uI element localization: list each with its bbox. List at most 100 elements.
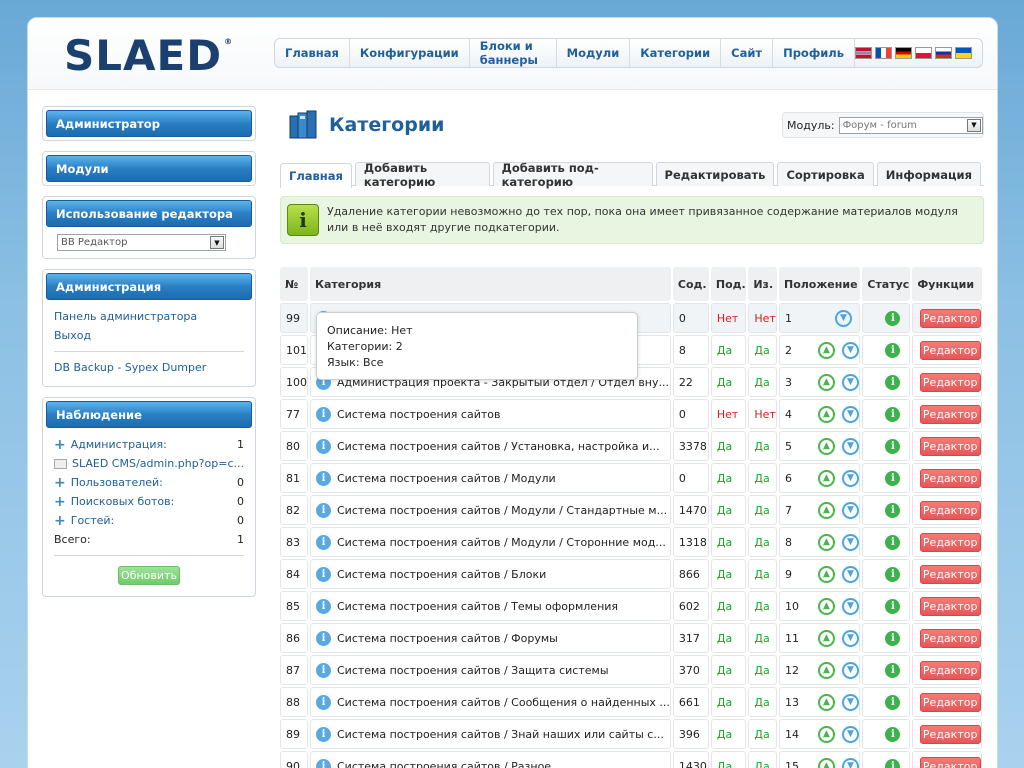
status-active-icon[interactable]: i — [885, 342, 901, 358]
stat-cms-path[interactable]: /admin.php?op=c... — [136, 454, 244, 473]
move-up-icon[interactable]: ▲ — [817, 533, 835, 551]
flag-de-icon[interactable] — [895, 47, 912, 59]
move-down-icon[interactable]: ▼ — [841, 629, 859, 647]
flag-pl-icon[interactable] — [915, 47, 932, 59]
plus-icon[interactable]: + — [54, 438, 66, 452]
nav-item-3[interactable]: Модули — [557, 39, 631, 67]
move-down-icon[interactable]: ▼ — [841, 501, 859, 519]
nav-item-5[interactable]: Сайт — [721, 39, 774, 67]
info-icon[interactable]: i — [316, 438, 331, 454]
tab-4[interactable]: Сортировка — [777, 162, 874, 186]
plus-icon[interactable]: + — [54, 514, 66, 528]
move-up-icon[interactable]: ▲ — [817, 501, 835, 519]
stat-cms-label[interactable]: SLAED CMS — [54, 454, 136, 473]
sidebar-watch-button[interactable]: Наблюдение — [46, 401, 252, 428]
move-down-icon[interactable]: ▼ — [841, 757, 859, 768]
col-status[interactable]: Статус — [862, 267, 911, 301]
move-down-icon[interactable]: ▼ — [841, 661, 859, 679]
move-down-icon[interactable]: ▼ — [841, 693, 859, 711]
admin-panel-link[interactable]: Панель администратора — [54, 307, 244, 326]
sidebar-modules-button[interactable]: Модули — [46, 155, 252, 182]
edit-button[interactable]: Редактор — [919, 660, 981, 680]
sidebar-editor-button[interactable]: Использование редактора — [46, 200, 252, 227]
category-name[interactable]: Система построения сайтов / Защита систе… — [337, 664, 609, 677]
move-down-icon[interactable]: ▼ — [841, 437, 859, 455]
move-up-icon[interactable]: ▲ — [817, 629, 835, 647]
info-icon[interactable]: i — [316, 598, 331, 614]
info-icon[interactable]: i — [316, 630, 331, 646]
status-active-icon[interactable]: i — [885, 534, 901, 550]
sidebar-admin-button[interactable]: Администратор — [46, 110, 252, 137]
col-content[interactable]: Сод. — [672, 267, 709, 301]
info-icon[interactable]: i — [316, 406, 331, 422]
status-active-icon[interactable]: i — [885, 438, 901, 454]
col-sub[interactable]: Под. — [710, 267, 747, 301]
module-select[interactable]: Форум - forum ▼ — [838, 116, 983, 134]
edit-button[interactable]: Редактор — [919, 628, 981, 648]
edit-button[interactable]: Редактор — [919, 564, 981, 584]
status-active-icon[interactable]: i — [885, 406, 901, 422]
info-icon[interactable]: i — [316, 566, 331, 582]
chevron-down-icon[interactable]: ▼ — [210, 236, 224, 249]
editor-select[interactable]: BB Редактор ▼ — [57, 234, 226, 251]
move-down-icon[interactable]: ▼ — [841, 341, 859, 359]
status-active-icon[interactable]: i — [885, 694, 901, 710]
stat-users-label[interactable]: + Пользователей: — [54, 473, 163, 492]
status-active-icon[interactable]: i — [885, 662, 901, 678]
info-icon[interactable]: i — [316, 502, 331, 518]
category-name[interactable]: Система построения сайтов — [337, 408, 500, 421]
category-name[interactable]: Система построения сайтов / Модули / Ста… — [337, 504, 667, 517]
edit-button[interactable]: Редактор — [919, 532, 981, 552]
col-from[interactable]: Из. — [748, 267, 777, 301]
move-up-icon[interactable]: ▲ — [817, 341, 835, 359]
move-down-icon[interactable]: ▼ — [841, 405, 859, 423]
tab-0[interactable]: Главная — [280, 163, 352, 188]
move-down-icon[interactable]: ▼ — [841, 725, 859, 743]
tab-1[interactable]: Добавить категорию — [354, 161, 490, 189]
edit-button[interactable]: Редактор — [919, 500, 981, 520]
logo[interactable]: SLAED ® — [64, 31, 233, 80]
chevron-down-icon[interactable]: ▼ — [967, 118, 981, 132]
sidebar-administration-button[interactable]: Администрация — [46, 273, 252, 300]
info-icon[interactable]: i — [316, 470, 331, 486]
move-up-icon[interactable]: ▲ — [817, 725, 835, 743]
category-name[interactable]: Система построения сайтов / Модули / Сто… — [337, 536, 666, 549]
move-down-icon[interactable]: ▼ — [841, 373, 859, 391]
edit-button[interactable]: Редактор — [919, 404, 981, 424]
tab-2[interactable]: Добавить под-категорию — [492, 161, 653, 189]
info-icon[interactable]: i — [316, 662, 331, 678]
info-icon[interactable]: i — [316, 726, 331, 742]
move-up-icon[interactable]: ▲ — [817, 597, 835, 615]
col-position[interactable]: Положение — [778, 267, 861, 301]
category-name[interactable]: Система построения сайтов / Темы оформле… — [337, 600, 618, 613]
category-name[interactable]: Система построения сайтов / Сообщения о … — [337, 696, 670, 709]
status-active-icon[interactable]: i — [885, 374, 901, 390]
category-name[interactable]: Система построения сайтов / Знай наших и… — [337, 728, 664, 741]
col-category[interactable]: Категория — [310, 267, 671, 301]
nav-item-6[interactable]: Профиль — [773, 39, 855, 67]
stat-administration-label[interactable]: + Администрация: — [54, 435, 167, 454]
edit-button[interactable]: Редактор — [919, 372, 981, 392]
plus-icon[interactable]: + — [54, 495, 66, 509]
edit-button[interactable]: Редактор — [919, 596, 981, 616]
move-up-icon[interactable]: ▲ — [817, 661, 835, 679]
db-backup-link[interactable]: DB Backup - Sypex Dumper — [54, 358, 244, 377]
refresh-button[interactable]: Обновить — [118, 566, 180, 585]
status-active-icon[interactable]: i — [885, 310, 901, 326]
move-down-icon[interactable]: ▼ — [841, 565, 859, 583]
info-icon[interactable]: i — [316, 534, 331, 550]
status-active-icon[interactable]: i — [885, 470, 901, 486]
flag-fr-icon[interactable] — [875, 47, 892, 59]
edit-button[interactable]: Редактор — [919, 724, 981, 744]
nav-item-0[interactable]: Главная — [275, 39, 350, 67]
category-name[interactable]: Система построения сайтов / Разное — [337, 760, 551, 768]
category-name[interactable]: Система построения сайтов / Установка, н… — [337, 440, 660, 453]
edit-button[interactable]: Редактор — [919, 340, 981, 360]
status-active-icon[interactable]: i — [885, 502, 901, 518]
move-up-icon[interactable]: ▲ — [817, 757, 835, 768]
tab-5[interactable]: Информация — [876, 162, 981, 186]
move-down-icon[interactable]: ▼ — [834, 309, 852, 327]
move-up-icon[interactable]: ▲ — [817, 373, 835, 391]
move-down-icon[interactable]: ▼ — [841, 533, 859, 551]
stat-guests-label[interactable]: + Гостей: — [54, 511, 114, 530]
